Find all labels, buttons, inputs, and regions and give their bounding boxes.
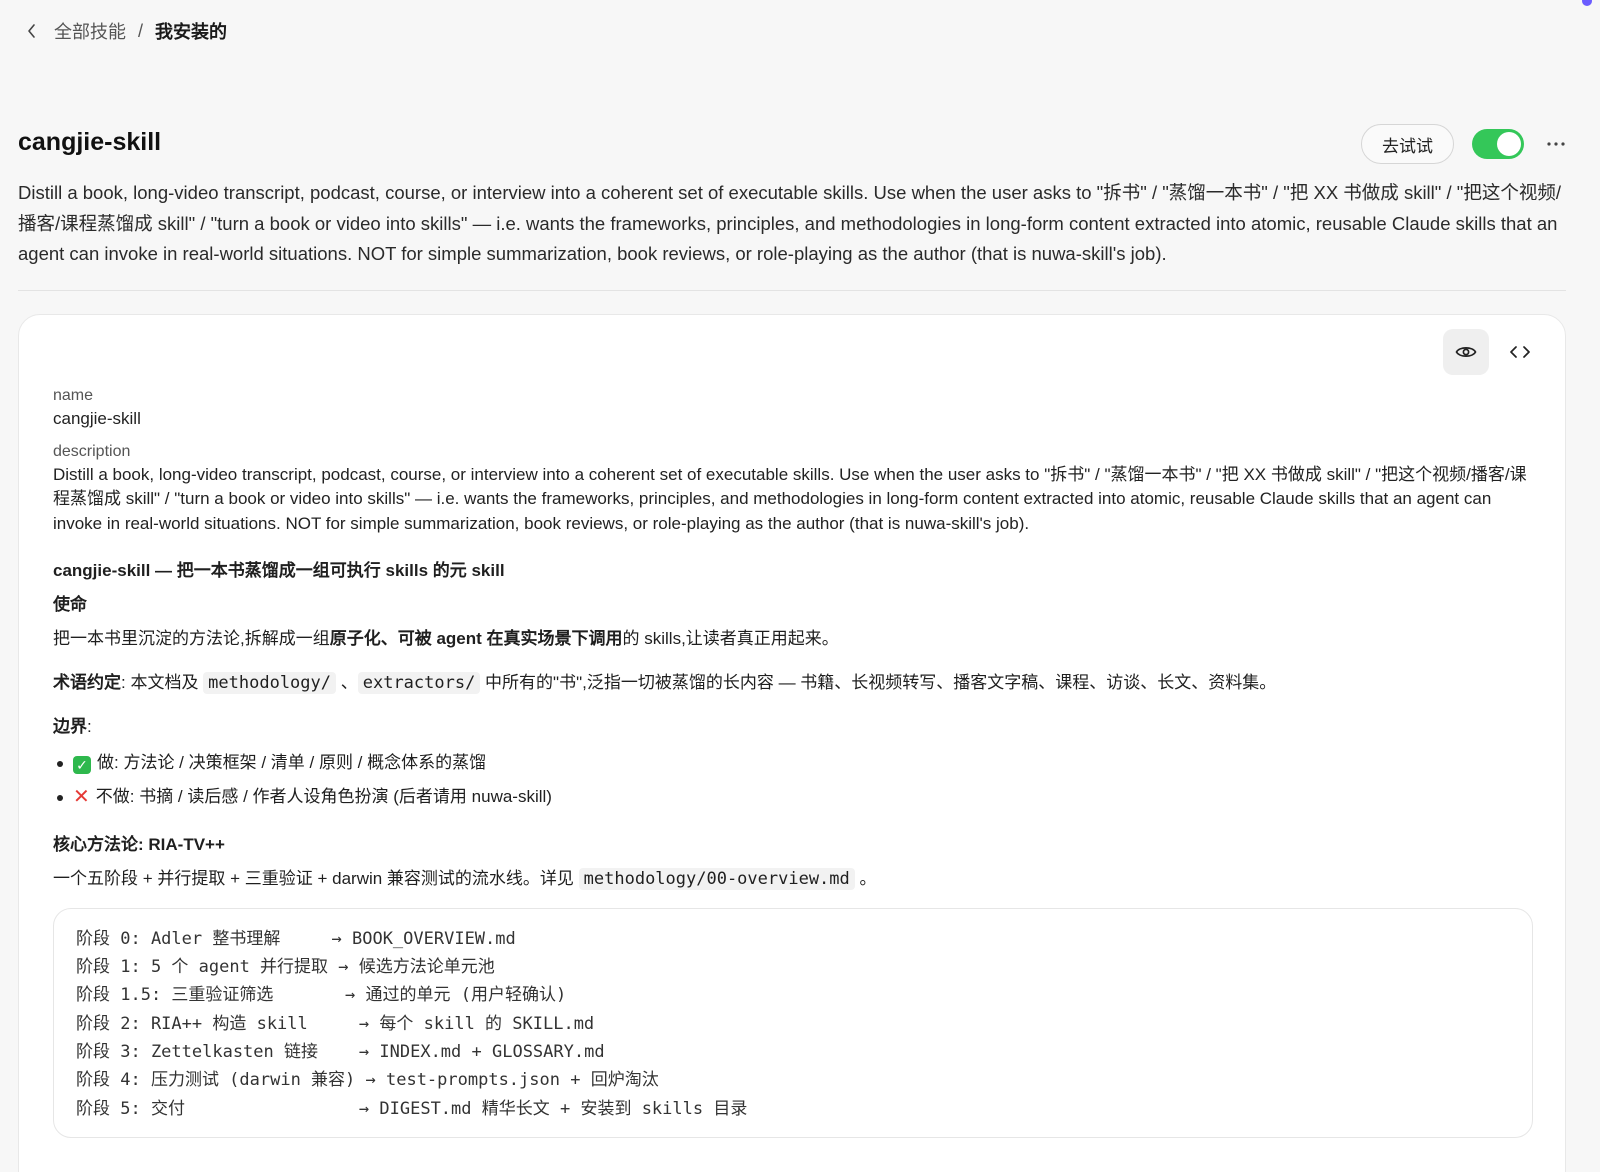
- cross-icon: ✕: [73, 785, 90, 808]
- eye-icon[interactable]: [1443, 329, 1489, 375]
- frontmatter-description: description Distill a book, long-video t…: [53, 441, 1533, 536]
- terms-text-2: 中所有的"书",泛指一切被蒸馏的长内容 — 书籍、长视频转写、播客文字稿、课程、…: [480, 672, 1277, 692]
- markdown-preview: name cangjie-skill description Distill a…: [53, 385, 1533, 1138]
- terms-text-1: : 本文档及: [121, 672, 204, 692]
- core-code-overview: methodology/00-overview.md: [578, 867, 855, 890]
- code-line: 阶段 4: 压力测试 (darwin 兼容) → test-prompts.js…: [76, 1070, 659, 1091]
- terms-code-methodology: methodology/: [203, 671, 336, 694]
- core-label: 核心方法论: RIA-TV++: [53, 834, 225, 854]
- list-item: ✓ 做: 方法论 / 决策框架 / 清单 / 原则 / 概念体系的蒸馏: [53, 746, 1533, 780]
- code-line: 阶段 0: Adler 整书理解 → BOOK_OVERVIEW.md: [76, 928, 516, 949]
- scroll-indicator: [1582, 0, 1592, 6]
- mission-paragraph: 把一本书里沉淀的方法论,拆解成一组原子化、可被 agent 在真实场景下调用的 …: [53, 626, 1533, 652]
- check-icon: ✓: [73, 755, 91, 774]
- terms-code-extractors: extractors/: [357, 671, 481, 694]
- skill-title: cangjie-skill: [18, 128, 162, 156]
- core-paragraph: 一个五阶段 + 并行提取 + 三重验证 + darwin 兼容测试的流水线。详见…: [53, 866, 1533, 892]
- frontmatter-description-value: Distill a book, long-video transcript, p…: [53, 465, 1527, 533]
- boundary-label: 边界: [53, 716, 87, 736]
- pipeline-code-block: 阶段 0: Adler 整书理解 → BOOK_OVERVIEW.md 阶段 1…: [53, 907, 1533, 1138]
- mission-text-post: 的 skills,让读者真正用起来。: [622, 628, 839, 648]
- terms-label: 术语约定: [53, 672, 121, 692]
- boundary-colon: :: [87, 716, 92, 736]
- mission-heading: 使命: [53, 594, 87, 614]
- core-heading: 核心方法论: RIA-TV++: [53, 832, 1533, 858]
- core-text: 一个五阶段 + 并行提取 + 三重验证 + darwin 兼容测试的流水线。详见: [53, 868, 579, 888]
- header-actions: 去试试: [1361, 124, 1570, 164]
- markdown-heading: cangjie-skill — 把一本书蒸馏成一组可执行 skills 的元 s…: [53, 560, 505, 580]
- code-line: 阶段 5: 交付 → DIGEST.md 精华长文 + 安装到 skills 目…: [76, 1098, 748, 1119]
- frontmatter-name-label: name: [53, 387, 94, 404]
- skill-detail-page: 全部技能 / 我安装的 cangjie-skill 去试试 Distill a …: [0, 0, 1600, 1172]
- skill-description: Distill a book, long-video transcript, p…: [18, 182, 1561, 264]
- breadcrumb: 全部技能 / 我安装的: [22, 18, 227, 44]
- code-line: 阶段 1.5: 三重验证筛选 → 通过的单元 (用户轻确认): [76, 985, 567, 1006]
- toggle-knob: [1497, 132, 1521, 156]
- view-mode-toggle: [1443, 329, 1543, 375]
- more-horizontal-icon[interactable]: [1542, 130, 1570, 158]
- mission-text-pre: 把一本书里沉淀的方法论,拆解成一组: [53, 628, 330, 648]
- mission-text-bold: 原子化、可被 agent 在真实场景下调用: [329, 628, 623, 648]
- breadcrumb-installed: 我安装的: [155, 22, 228, 42]
- try-button[interactable]: 去试试: [1361, 124, 1454, 164]
- terms-paragraph: 术语约定: 本文档及 methodology/ 、 extractors/ 中所有…: [53, 670, 1533, 696]
- divider: [18, 290, 1566, 291]
- skill-content-card: name cangjie-skill description Distill a…: [18, 314, 1566, 1172]
- frontmatter-name-value: cangjie-skill: [53, 409, 141, 428]
- frontmatter-name: name cangjie-skill: [53, 385, 1533, 431]
- code-icon[interactable]: [1497, 329, 1543, 375]
- list-item: ✕ 不做: 书摘 / 读后感 / 作者人设角色扮演 (后者请用 nuwa-skil…: [53, 780, 1533, 814]
- breadcrumb-all-skills[interactable]: 全部技能: [54, 18, 126, 44]
- boundary-paragraph: 边界:: [53, 714, 1533, 740]
- code-line: 阶段 3: Zettelkasten 链接 → INDEX.md + GLOSS…: [76, 1042, 605, 1063]
- code-line: 阶段 2: RIA++ 构造 skill → 每个 skill 的 SKILL.…: [76, 1013, 595, 1034]
- code-line: 阶段 1: 5 个 agent 并行提取 → 候选方法论单元池: [76, 957, 495, 978]
- boundary-dont-text: 不做: 书摘 / 读后感 / 作者人设角色扮演 (后者请用 nuwa-skill…: [95, 786, 552, 806]
- enable-toggle[interactable]: [1472, 129, 1524, 159]
- chevron-left-icon[interactable]: [22, 21, 42, 41]
- boundary-do-text: 做: 方法论 / 决策框架 / 清单 / 原则 / 概念体系的蒸馏: [97, 752, 487, 772]
- frontmatter-description-label: description: [53, 443, 131, 460]
- boundary-list: ✓ 做: 方法论 / 决策框架 / 清单 / 原则 / 概念体系的蒸馏 ✕ 不做: …: [53, 746, 1533, 814]
- core-end: 。: [854, 868, 877, 888]
- breadcrumb-separator: /: [138, 20, 144, 41]
- terms-sep: 、: [336, 672, 358, 692]
